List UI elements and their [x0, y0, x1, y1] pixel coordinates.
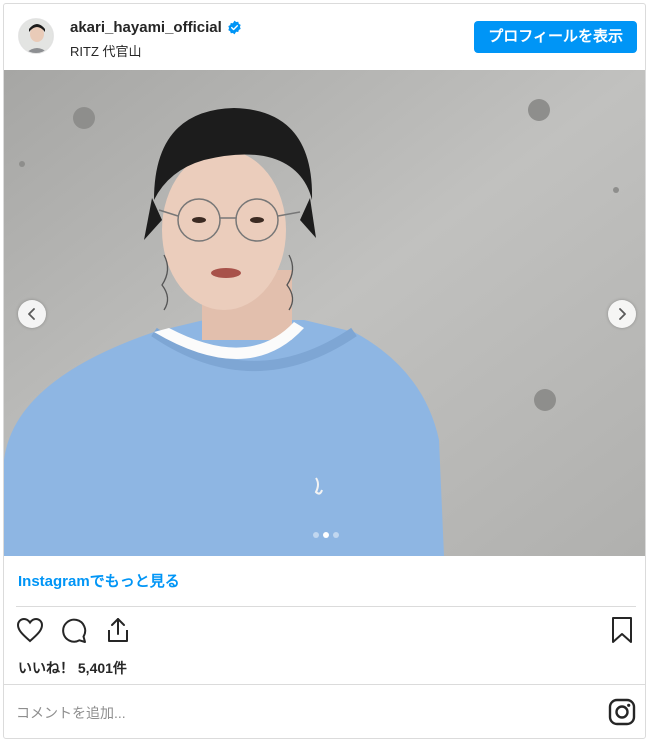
- likes-count[interactable]: いいね！ 5,401件: [18, 658, 127, 678]
- instagram-brand-text: Instagram: [18, 573, 90, 590]
- chevron-left-icon: [28, 308, 35, 320]
- like-button[interactable]: [14, 614, 46, 646]
- verified-badge-icon: [228, 20, 241, 35]
- share-button[interactable]: [102, 614, 134, 646]
- carousel-next-button[interactable]: [608, 300, 636, 328]
- carousel-dot-active: [323, 532, 329, 538]
- share-icon: [108, 618, 128, 642]
- chevron-right-icon: [619, 308, 626, 320]
- location-label[interactable]: RITZ 代官山: [70, 41, 142, 60]
- comment-box: [4, 684, 645, 738]
- username[interactable]: akari_hayami_official: [70, 19, 222, 36]
- more-link-suffix: でもっと見る: [89, 573, 180, 590]
- avatar[interactable]: [18, 18, 54, 54]
- comment-input[interactable]: [14, 697, 578, 729]
- instagram-icon: [608, 698, 636, 726]
- comment-icon: [62, 618, 87, 643]
- carousel-dot: [313, 532, 319, 538]
- post-photo[interactable]: [4, 70, 645, 556]
- heart-icon: [16, 617, 44, 643]
- instagram-logo-button[interactable]: [607, 697, 637, 727]
- view-more-on-instagram-link[interactable]: Instagramでもっと見る: [18, 570, 180, 591]
- carousel-indicator: [313, 532, 339, 538]
- carousel-dot: [333, 532, 339, 538]
- likes-number: 5,401件: [77, 660, 127, 676]
- carousel-prev-button[interactable]: [18, 300, 46, 328]
- likes-label: いいね！: [18, 660, 74, 676]
- divider: [16, 606, 636, 607]
- save-button[interactable]: [606, 614, 638, 646]
- post-header: akari_hayami_official RITZ 代官山 プロフィールを表示: [4, 4, 645, 68]
- instagram-embed-card: akari_hayami_official RITZ 代官山 プロフィールを表示: [3, 3, 646, 739]
- username-row: akari_hayami_official: [70, 19, 242, 36]
- view-profile-button[interactable]: プロフィールを表示: [474, 21, 637, 53]
- bookmark-icon: [612, 617, 632, 643]
- post-image: [4, 70, 645, 556]
- comment-button[interactable]: [58, 614, 90, 646]
- action-bar: [4, 614, 645, 654]
